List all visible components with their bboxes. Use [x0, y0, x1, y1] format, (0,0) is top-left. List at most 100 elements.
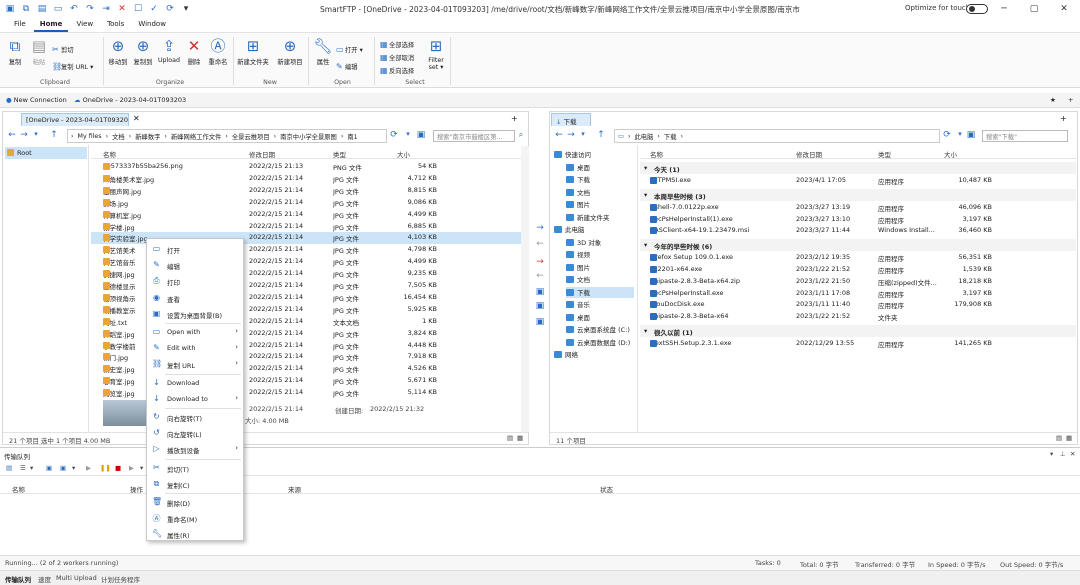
context-menu-item[interactable]: ⛓ 复制 URL › [147, 357, 243, 371]
icons-view-icon[interactable]: ▦ [1066, 434, 1072, 442]
tree-item[interactable]: 桌面 [566, 312, 634, 323]
context-menu-item[interactable]: Ⓐ 重命名(M) [147, 511, 243, 525]
breadcrumb[interactable]: 全景云推项目 [232, 132, 270, 141]
menu-window[interactable]: Window [132, 18, 172, 32]
menu-file[interactable]: File [8, 18, 32, 32]
properties-icon[interactable]: ✓ [148, 3, 160, 15]
context-menu-item[interactable]: ↓ Download [147, 376, 243, 390]
breadcrumb[interactable]: 文档 [112, 132, 125, 141]
transfer-left-icon[interactable]: ← [534, 239, 546, 249]
select-none-button[interactable]: ▦全部取消 [380, 53, 414, 62]
table-row[interactable]: Snipaste-2.8.3-Beta-x64.zip 2023/1/22 21:… [640, 276, 1076, 288]
remote-scrollbar[interactable] [521, 146, 529, 432]
group-header[interactable]: ▾ 本周早些时候 (3) [640, 188, 1076, 201]
refresh-dropdown-icon[interactable]: ▾ [955, 130, 965, 138]
invert-selection-button[interactable]: ▦反向选择 [380, 66, 414, 75]
tree-item[interactable]: 视频 [566, 249, 634, 260]
copy-url-button[interactable]: ⛓复制 URL ▾ [52, 62, 93, 71]
breadcrumb[interactable]: 下载 [664, 132, 677, 141]
tab-scheduler[interactable]: 计划任务程序 [101, 574, 140, 584]
refresh-icon[interactable]: ⟳ [942, 130, 952, 140]
skip-icon[interactable]: ▶ [129, 464, 134, 472]
tree-item[interactable]: 桌面 [566, 162, 634, 173]
queue-move-icon[interactable]: ▣ [60, 464, 66, 472]
table-row[interactable]: SecPsHelperInstall.exe 2023/1/11 17:08 应用程… [640, 288, 1076, 300]
search-icon[interactable]: ⌕ [516, 130, 526, 140]
properties-button[interactable]: 🔧︎ 属性 [310, 37, 336, 66]
close-tab-icon[interactable]: ✕ [133, 114, 140, 123]
context-menu-item[interactable]: ✎ 编辑 [147, 258, 243, 272]
paste-icon[interactable]: ▤ [36, 3, 48, 15]
table-row[interactable]: ClouDocDisk.exe 2023/1/11 11:40 应用程序 179,90… [640, 299, 1076, 311]
context-menu-item[interactable]: ⧉ 复制(C) [147, 477, 243, 491]
history-icon[interactable]: ▾ [31, 130, 41, 138]
table-row[interactable]: SecPsHelperInstall(1).exe 2023/3/27 13:10… [640, 214, 1076, 226]
breadcrumb[interactable]: My files [78, 133, 102, 140]
tab-multi-upload[interactable]: Multi Upload [56, 574, 97, 582]
table-row[interactable]: Snipaste-2.8.3-Beta-x64 2023/1/22 21:52 文件… [640, 311, 1076, 323]
close-icon[interactable]: ✕ [1050, 2, 1078, 16]
dropdown-icon[interactable]: ▾ [30, 464, 33, 472]
table-row[interactable]: 7z2201-x64.exe 2023/1/22 21:52 应用程序 1,539 K… [640, 264, 1076, 276]
menu-tools[interactable]: Tools [101, 18, 130, 32]
context-menu-item[interactable]: ⎙ 打印 [147, 274, 243, 288]
new-folder-button[interactable]: ⊞ 新建文件夹 [236, 37, 270, 66]
tree-item[interactable]: 快速访问 [554, 149, 634, 160]
remote-search-input[interactable]: 搜索"南京市鼓楼区第... [433, 130, 515, 142]
tree-item[interactable]: 网络 [554, 349, 634, 360]
context-menu-item[interactable]: ▣ 设置为桌面背景(B) [147, 307, 243, 321]
pin-icon[interactable]: ⊥ [1060, 450, 1066, 458]
delete-icon[interactable]: ✕ [116, 3, 128, 15]
table-row[interactable]: 八角楼美术室.jpg 2022/2/15 21:14 JPG 文件 4,712 KB [91, 173, 521, 185]
delete-button[interactable]: ✕ 删除 [181, 37, 207, 66]
dropdown-icon[interactable]: ▾ [140, 464, 143, 472]
table-row[interactable]: 计算机室.jpg 2022/2/15 21:14 JPG 文件 4,499 KB [91, 209, 521, 221]
breadcrumb[interactable]: 南1 [347, 132, 357, 141]
context-menu-item[interactable]: ▷ 播放到设备 › [147, 442, 243, 456]
move-right-icon[interactable]: → [534, 257, 546, 267]
copy-button[interactable]: ⧉ 复制 [2, 37, 28, 66]
move-left-icon[interactable]: ← [534, 271, 546, 281]
menu-view[interactable]: View [70, 18, 99, 32]
compare-icon[interactable]: ▣ [534, 301, 546, 311]
copy-icon[interactable]: ⧉ [20, 3, 32, 15]
group-header[interactable]: ▾ 今年的早些时候 (6) [640, 239, 1076, 252]
context-menu-item[interactable]: ▭ 打开 [147, 242, 243, 256]
context-menu-item[interactable]: ↺ 向左旋转(L) [147, 426, 243, 440]
view-options-icon[interactable]: ▣ [966, 130, 976, 140]
new-item-button[interactable]: ⊕ 新建项目 [274, 37, 306, 66]
context-menu-item[interactable]: ▭ Open with › [147, 325, 243, 339]
save-icon[interactable]: ▣ [4, 3, 16, 15]
add-tab-icon[interactable]: + [511, 114, 518, 123]
tree-item[interactable]: 图片 [566, 199, 634, 210]
tree-root[interactable]: Root [5, 147, 87, 159]
pause-icon[interactable]: ❚❚ [100, 464, 111, 472]
table-row[interactable]: NextSSH.Setup.2.3.1.exe 2022/12/29 13:55 应… [640, 338, 1076, 350]
upload-button[interactable]: ⇪ Upload [155, 37, 183, 64]
tab-transfer-queue[interactable]: 传输队列 [5, 574, 31, 584]
local-address-bar[interactable]: ▭ › 此电脑 › 下载 › [614, 129, 940, 143]
dropdown-icon[interactable]: ▾ [180, 3, 192, 15]
details-view-icon[interactable]: ▤ [1056, 434, 1062, 442]
paste-button[interactable]: ▤ 粘贴 [26, 37, 52, 66]
cut-button[interactable]: ✂ 剪切 [52, 45, 74, 54]
table-row[interactable]: RASClient-x64-19.1.23479.msi 2023/3/27 11… [640, 225, 1076, 237]
tree-item[interactable]: 下载 [566, 174, 634, 185]
remote-pane-tab[interactable]: [OneDrive - 2023-04-01T09320... [21, 113, 129, 126]
save-icon[interactable]: ▣ [46, 464, 52, 472]
refresh-icon[interactable]: ⟳ [164, 3, 176, 15]
tab-speed[interactable]: 速度 [38, 574, 51, 584]
star-icon[interactable]: ★ [1050, 96, 1056, 104]
sync-icon[interactable]: ▣ [534, 287, 546, 297]
context-menu-item[interactable]: 🗑︎ 删除(D) [147, 495, 243, 509]
minimize-icon[interactable]: ─ [990, 2, 1018, 16]
table-row[interactable]: c0573337b55ba256.png 2022/2/15 21:13 PNG 文… [91, 161, 521, 173]
transfer-right-icon[interactable]: → [534, 223, 546, 233]
queue-dropdown-icon[interactable]: ▾ [1050, 450, 1053, 458]
move-to-button[interactable]: ⊕ 移动到 [105, 37, 131, 66]
context-menu-item[interactable]: ✎ Edit with › [147, 341, 243, 355]
queue-icon[interactable]: ▣ [534, 317, 546, 327]
dropdown-icon[interactable]: ▾ [72, 464, 75, 472]
table-row[interactable]: 教学楼.jpg 2022/2/15 21:14 JPG 文件 6,885 KB [91, 221, 521, 233]
select-all-button[interactable]: ▦全部选择 [380, 40, 414, 49]
